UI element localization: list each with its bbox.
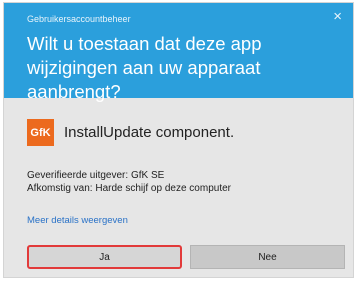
dialog-title: Gebruikersaccountbeheer (27, 14, 131, 24)
prompt-question: Wilt u toestaan dat deze app wijzigingen… (27, 33, 262, 102)
uac-dialog: Gebruikersaccountbeheer × Wilt u toestaa… (3, 2, 354, 278)
publisher-info: Geverifieerde uitgever: GfK SE Afkomstig… (27, 169, 231, 195)
yes-button[interactable]: Ja (27, 245, 182, 269)
verified-publisher: Geverifieerde uitgever: GfK SE (27, 170, 165, 181)
gfk-logo-icon: GfK (27, 119, 54, 146)
dialog-header: Gebruikersaccountbeheer × Wilt u toestaa… (4, 3, 353, 102)
file-origin: Afkomstig van: Harde schijf op deze comp… (27, 183, 231, 194)
close-icon[interactable]: × (333, 9, 342, 24)
app-info: GfK InstallUpdate component. (27, 119, 234, 146)
app-name: InstallUpdate component. (64, 124, 235, 141)
more-details-link[interactable]: Meer details weergeven (27, 215, 128, 226)
no-button[interactable]: Nee (190, 245, 345, 269)
